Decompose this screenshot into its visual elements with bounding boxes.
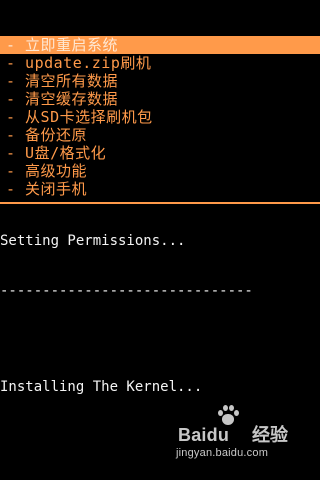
site-url: jingyan.baidu.com [176, 447, 269, 459]
menu-item-install-from-sd[interactable]: - 从SD卡选择刷机包 [0, 108, 320, 126]
menu-item-power-off[interactable]: - 关闭手机 [0, 180, 320, 198]
log-separator: ------------------------------ [0, 283, 253, 299]
menu-item-wipe-cache[interactable]: - 清空缓存数据 [0, 90, 320, 108]
jingyan-label: 经验 [252, 425, 288, 445]
menu-item-mounts-format[interactable]: - U盘/格式化 [0, 144, 320, 162]
menu-item-backup-restore[interactable]: - 备份还原 [0, 126, 320, 144]
log-line-blank [0, 333, 320, 345]
menu-item-update-zip[interactable]: - update.zip刷机 [0, 54, 320, 72]
menu-item-reboot-system[interactable]: - 立即重启系统 [0, 36, 320, 54]
log-output: Setting Permissions... -----------------… [0, 201, 320, 413]
menu-item-advanced[interactable]: - 高级功能 [0, 162, 320, 180]
brand-name: Bai [178, 425, 207, 445]
recovery-menu: - 立即重启系统 - update.zip刷机 - 清空所有数据 - 清空缓存数… [0, 36, 320, 198]
baidu-logo: Baidu 经验 [178, 404, 296, 444]
baidu-jingyan-watermark: Baidu 经验 jingyan.baidu.com [176, 404, 296, 464]
log-line-permissions: Setting Permissions... [0, 233, 186, 249]
baidu-logo-text: Baidu [178, 426, 229, 444]
menu-item-wipe-data[interactable]: - 清空所有数据 [0, 72, 320, 90]
log-line-kernel: Installing The Kernel... [0, 379, 203, 395]
brand-suffix: du [206, 425, 230, 445]
